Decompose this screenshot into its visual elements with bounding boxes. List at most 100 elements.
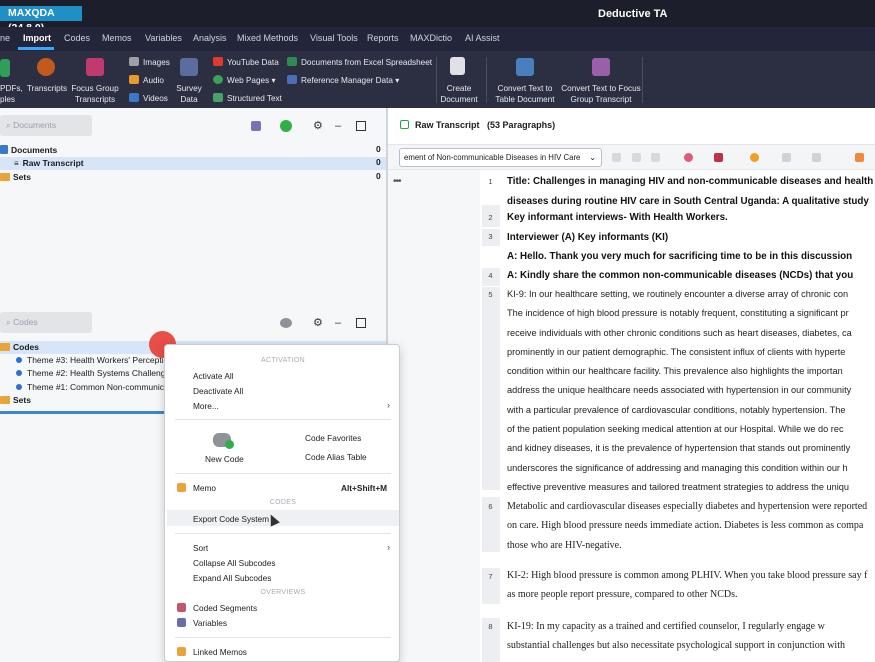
memo-icon[interactable] (812, 153, 821, 162)
code-alias-table-item[interactable]: Code Alias Table (305, 452, 367, 462)
documents-filter-icon[interactable] (251, 121, 261, 131)
document-line[interactable]: underscores the significance of addressi… (507, 463, 875, 473)
tab-variables[interactable]: Variables (145, 33, 182, 43)
document-line[interactable]: A: Hello. Thank you very much for sacrif… (507, 251, 875, 262)
tree-row-documents[interactable]: Documents (0, 144, 57, 157)
document-line[interactable]: substantial challenges but also necessit… (507, 640, 875, 651)
structured-text-button[interactable]: Structured Text (213, 93, 282, 103)
code-favorites-item[interactable]: Code Favorites (305, 433, 361, 443)
paragraph-number[interactable]: 2 (484, 213, 497, 222)
minimize-icon[interactable]: – (335, 318, 345, 329)
code-selector-dropdown[interactable]: ement of Non-communicable Diseases in HI… (399, 148, 602, 167)
tree-row-document-sets[interactable]: Sets (0, 171, 31, 184)
document-line[interactable]: condition within our healthcare facility… (507, 366, 875, 376)
tree-row-code-sets[interactable]: Sets (0, 394, 31, 407)
document-line[interactable]: address the unique healthcare needs asso… (507, 385, 875, 395)
codes-folder-icon (0, 343, 10, 351)
web-pages-button[interactable]: Web Pages ▾ (213, 75, 276, 85)
youtube-data-button[interactable]: YouTube Data (213, 57, 279, 67)
deactivate-all-item[interactable]: Deactivate All (193, 386, 243, 396)
tree-row-raw-transcript[interactable]: ≡ Raw Transcript (0, 157, 386, 170)
tab-reports[interactable]: Reports (367, 33, 399, 43)
export-code-system-item[interactable]: Export Code System (193, 514, 269, 524)
symbol-icon[interactable] (782, 153, 791, 162)
code-in-vivo-icon[interactable] (632, 153, 641, 162)
color-code-icon[interactable] (684, 153, 693, 162)
document-line[interactable]: effective preventive measures and tailor… (507, 482, 875, 492)
add-document-icon[interactable] (280, 120, 292, 132)
document-line[interactable]: of the patient population seeking medica… (507, 424, 875, 434)
videos-button[interactable]: Videos (129, 93, 168, 103)
paragraph-number[interactable]: 5 (484, 290, 497, 299)
codes-search-input[interactable]: ⌕ Codes (0, 312, 92, 333)
coded-segments-item[interactable]: Coded Segments (193, 603, 257, 613)
undock-icon[interactable] (356, 318, 366, 328)
edit-icon[interactable] (400, 120, 409, 129)
emoticon-icon[interactable] (750, 153, 759, 162)
reference-manager-button[interactable]: Reference Manager Data ▾ (287, 75, 399, 85)
paragraph-number[interactable]: 6 (484, 502, 497, 511)
audio-button[interactable]: Audio (129, 75, 164, 85)
sort-item[interactable]: Sort (193, 543, 208, 553)
paragraph-number[interactable]: 4 (484, 271, 497, 280)
document-line[interactable]: diseases during routine HIV care in Sout… (507, 196, 875, 207)
excel-button[interactable]: Documents from Excel Spreadsheet (287, 57, 432, 67)
collapse-all-item[interactable]: Collapse All Subcodes (193, 558, 276, 568)
survey-label: Survey (176, 84, 202, 93)
code-icon[interactable] (612, 153, 621, 162)
tab-home[interactable]: ne (0, 33, 10, 43)
tab-maxdictio[interactable]: MAXDictio (410, 33, 452, 43)
activation-header: ACTIVATION (261, 357, 305, 364)
undock-icon[interactable] (356, 121, 366, 131)
convert-table-label-2: Table Document (495, 94, 555, 104)
images-button[interactable]: Images (129, 57, 170, 67)
document-line[interactable]: Metabolic and cardiovascular diseases es… (507, 501, 875, 512)
more-item[interactable]: More... (193, 401, 219, 411)
document-line[interactable]: receive individuals with other chronic c… (507, 328, 875, 338)
document-line[interactable]: Interviewer (A) Key informants (KI) (507, 232, 875, 243)
new-code-icon[interactable] (280, 318, 292, 328)
tab-memos[interactable]: Memos (102, 33, 132, 43)
document-line[interactable]: those who are HIV-negative. (507, 540, 875, 551)
tab-mixed-methods[interactable]: Mixed Methods (237, 33, 298, 43)
paragraph-number[interactable]: 1 (484, 177, 497, 186)
minimize-icon[interactable]: – (335, 121, 345, 132)
code-theme-1[interactable]: Theme #1: Common Non-communica (16, 381, 169, 394)
paragraph-number[interactable]: 8 (484, 622, 497, 631)
activate-all-item[interactable]: Activate All (193, 371, 234, 381)
code-color-icon (16, 370, 22, 376)
code-theme-3[interactable]: Theme #3: Health Workers' Perception (16, 354, 173, 367)
comment-icon[interactable] (855, 153, 864, 162)
expand-all-item[interactable]: Expand All Subcodes (193, 573, 271, 583)
document-line[interactable]: KI-19: In my capacity as a trained and c… (507, 621, 875, 632)
code-theme-2[interactable]: Theme #2: Health Systems Challenges (16, 367, 174, 380)
tab-visual-tools[interactable]: Visual Tools (310, 33, 358, 43)
document-line[interactable]: with a particular prevalence of cardiova… (507, 405, 875, 415)
paragraph-number[interactable]: 3 (484, 232, 497, 241)
document-line[interactable]: KI-9: In our healthcare setting, we rout… (507, 289, 875, 299)
tab-import[interactable]: Import (23, 33, 51, 43)
memo-item[interactable]: Memo (193, 483, 216, 493)
tab-analysis[interactable]: Analysis (193, 33, 227, 43)
document-line[interactable]: The incidence of high blood pressure is … (507, 308, 875, 318)
gear-icon[interactable]: ⚙ (313, 318, 323, 329)
document-line[interactable]: A: Kindly share the common non-communica… (507, 270, 875, 281)
more-options-icon[interactable]: ••• (393, 176, 401, 187)
highlighter-icon[interactable] (714, 153, 723, 162)
document-line[interactable]: prominently in our patient demographic. … (507, 347, 875, 357)
document-line[interactable]: Title: Challenges in managing HIV and no… (507, 176, 875, 187)
document-line[interactable]: as more people report pressure, compared… (507, 589, 875, 600)
documents-search-input[interactable]: ⌕ Documents (0, 115, 92, 136)
variables-item[interactable]: Variables (193, 618, 227, 628)
document-line[interactable]: on care. High blood pressure needs immed… (507, 520, 875, 531)
code-with-new-icon[interactable] (651, 153, 660, 162)
tab-ai-assist[interactable]: AI Assist (465, 33, 500, 43)
linked-memos-item[interactable]: Linked Memos (193, 647, 247, 657)
paragraph-number[interactable]: 7 (484, 572, 497, 581)
document-line[interactable]: and kidney diseases, it is the prevalenc… (507, 443, 875, 453)
youtube-icon (213, 57, 223, 66)
document-line[interactable]: Key informant interviews- With Health Wo… (507, 212, 875, 223)
tab-codes[interactable]: Codes (64, 33, 90, 43)
document-line[interactable]: KI-2: High blood pressure is common amon… (507, 570, 875, 581)
gear-icon[interactable]: ⚙ (313, 121, 323, 132)
